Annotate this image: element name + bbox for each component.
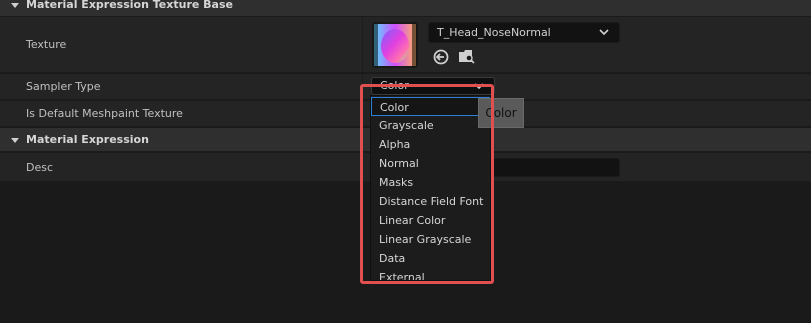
chevron-down-icon[interactable] bbox=[10, 0, 20, 10]
section-texture-base[interactable]: Material Expression Texture Base bbox=[0, 0, 811, 17]
texture-label: Texture bbox=[26, 38, 67, 51]
texture-asset-name: T_Head_NoseNormal bbox=[437, 26, 551, 39]
column-divider bbox=[362, 17, 363, 72]
section-title: Material Expression bbox=[26, 133, 149, 146]
highlight-box bbox=[360, 84, 494, 284]
texture-asset-picker[interactable]: T_Head_NoseNormal bbox=[428, 22, 620, 43]
sampler-type-label: Sampler Type bbox=[26, 80, 101, 93]
desc-label: Desc bbox=[26, 161, 54, 174]
texture-thumbnail[interactable] bbox=[372, 22, 418, 68]
use-selected-asset-icon[interactable] bbox=[432, 48, 450, 66]
meshpaint-label: Is Default Meshpaint Texture bbox=[26, 107, 183, 120]
chevron-down-icon bbox=[599, 29, 609, 36]
chevron-down-icon[interactable] bbox=[10, 135, 20, 145]
browse-asset-icon[interactable] bbox=[457, 47, 475, 65]
section-title: Material Expression Texture Base bbox=[26, 0, 233, 11]
